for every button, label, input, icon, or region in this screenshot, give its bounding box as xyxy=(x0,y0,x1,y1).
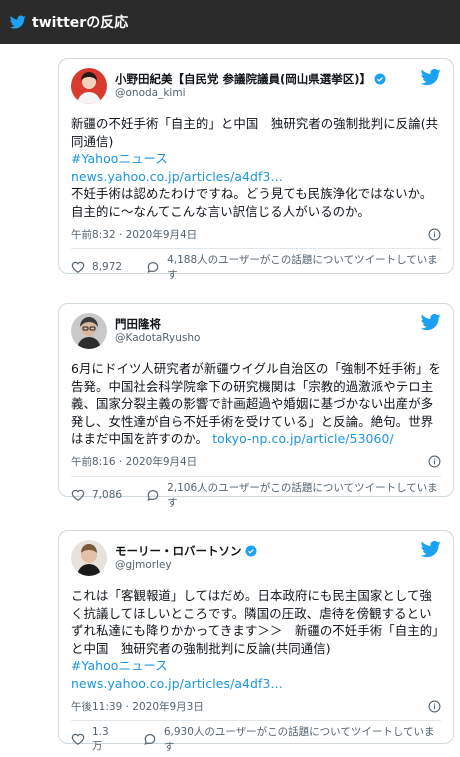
twitter-bird-icon[interactable] xyxy=(420,539,441,559)
conversation-count[interactable]: 2,106人のユーザーがこの話題についてツイートしています xyxy=(167,480,441,510)
tweet-text-main: 新疆の不妊手術「自主的」と中国 独研究者の強制批判に反論(共同通信) xyxy=(71,116,439,149)
like-count[interactable]: 7,086 xyxy=(92,489,122,501)
tweet-timestamp[interactable]: 午後11:39 · 2020年9月3日 xyxy=(71,699,204,714)
display-name[interactable]: 小野田紀美【自民党 参議院議員(岡山県選挙区)】 xyxy=(115,72,371,86)
avatar[interactable] xyxy=(71,68,107,104)
tweet-text: 新疆の不妊手術「自主的」と中国 独研究者の強制批判に反論(共同通信) #Yaho… xyxy=(71,115,441,220)
tweet-text-comment: 不妊手術は認めたわけですね。どう見ても民族浄化ではないか。自主的に～なんてこんな… xyxy=(71,186,433,219)
info-icon[interactable] xyxy=(428,228,441,241)
reply-bubble-icon[interactable] xyxy=(143,732,157,746)
info-icon[interactable] xyxy=(428,700,441,713)
tweet-card[interactable]: モーリー・ロバートソン @gjmorley これは「客観報道」してはだめ。日本政… xyxy=(58,530,454,753)
conversation-count[interactable]: 4,188人のユーザーがこの話題についてツイートしています xyxy=(167,252,441,282)
tweet-timestamp[interactable]: 午前8:16 · 2020年9月4日 xyxy=(71,454,197,469)
twitter-bird-icon[interactable] xyxy=(420,67,441,87)
tweet-card[interactable]: 門田隆将 @KadotaRyusho 6月にドイツ人研究者が新疆ウイグル自治区の… xyxy=(58,303,454,509)
twitter-bird-icon xyxy=(9,14,26,30)
tweet-text: これは「客観報道」してはだめ。日本政府にも民主国家として強く抗議してほしいところ… xyxy=(71,587,441,692)
reply-bubble-icon[interactable] xyxy=(146,488,160,502)
heart-icon[interactable] xyxy=(71,260,85,274)
avatar[interactable] xyxy=(71,313,107,349)
tweet-timestamp[interactable]: 午前8:32 · 2020年9月4日 xyxy=(71,227,197,242)
article-link[interactable]: tokyo-np.co.jp/article/53060/ xyxy=(212,431,394,446)
article-link[interactable]: news.yahoo.co.jp/articles/a4df3… xyxy=(71,675,441,693)
avatar[interactable] xyxy=(71,540,107,576)
user-handle[interactable]: @onoda_kimi xyxy=(115,86,421,100)
heart-icon[interactable] xyxy=(71,732,85,746)
tweet-text-main: これは「客観報道」してはだめ。日本政府にも民主国家として強く抗議してほしいところ… xyxy=(71,588,439,656)
like-count[interactable]: 1.3万 xyxy=(92,726,119,753)
like-count[interactable]: 8,972 xyxy=(92,261,122,273)
user-handle[interactable]: @KadotaRyusho xyxy=(115,331,421,345)
verified-badge-icon xyxy=(245,545,257,557)
hashtag-link[interactable]: #Yahooニュース xyxy=(71,150,441,168)
hashtag-link[interactable]: #Yahooニュース xyxy=(71,657,441,675)
info-icon[interactable] xyxy=(428,455,441,468)
reply-bubble-icon[interactable] xyxy=(146,260,160,274)
header-title: twitterの反応 xyxy=(32,15,129,31)
verified-badge-icon xyxy=(374,73,386,85)
tweet-card[interactable]: 小野田紀美【自民党 参議院議員(岡山県選挙区)】 @onoda_kimi 新疆の… xyxy=(58,58,454,281)
display-name[interactable]: 門田隆将 xyxy=(115,317,161,331)
twitter-bird-icon[interactable] xyxy=(420,312,441,332)
section-header: twitterの反応 xyxy=(0,0,460,44)
heart-icon[interactable] xyxy=(71,488,85,502)
tweet-text: 6月にドイツ人研究者が新疆ウイグル自治区の「強制不妊手術」を告発。中国社会科学院… xyxy=(71,360,441,448)
display-name[interactable]: モーリー・ロバートソン xyxy=(115,544,242,558)
user-handle[interactable]: @gjmorley xyxy=(115,558,421,572)
article-link[interactable]: news.yahoo.co.jp/articles/a4df3… xyxy=(71,168,441,186)
